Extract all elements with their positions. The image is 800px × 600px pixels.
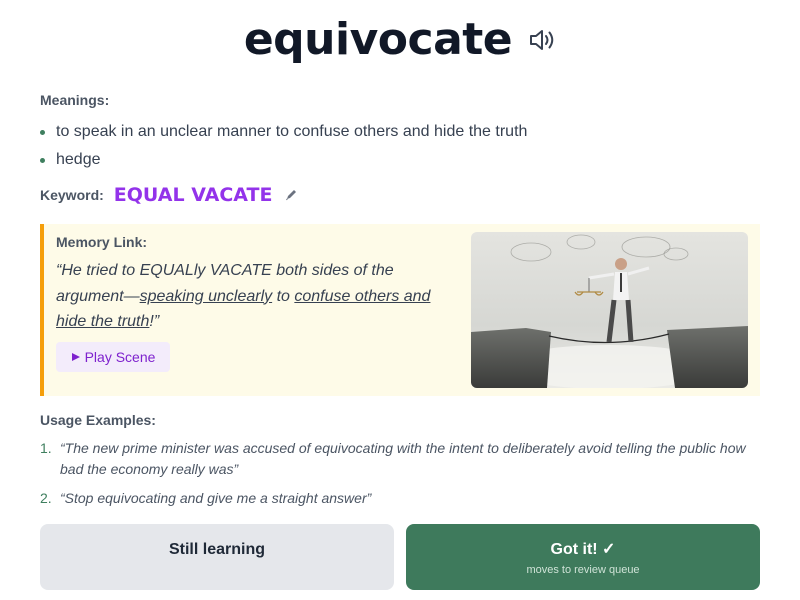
usage-number: 1.	[40, 440, 52, 456]
quote-part: !”	[149, 313, 160, 330]
play-scene-label: Play Scene	[84, 349, 156, 365]
memory-link-box: Memory Link: “He tried to EQUALly VACATE…	[40, 224, 760, 396]
keyword-label: Keyword:	[40, 187, 104, 203]
still-learning-label: Still learning	[168, 541, 265, 558]
keyword-value: EQUAL VACATE	[113, 184, 273, 206]
got-it-label: Got it! ✓	[550, 540, 616, 558]
memory-link-quote: “He tried to EQUALly VACATE both sides o…	[56, 258, 456, 335]
meanings-list: to speak in an unclear manner to confuse…	[40, 118, 527, 174]
play-icon	[71, 353, 80, 361]
usage-list: 1. “The new prime minister was accused of…	[40, 438, 760, 509]
bullet-icon	[40, 157, 45, 163]
usage-number: 2.	[40, 490, 52, 506]
usage-item: 1. “The new prime minister was accused of…	[40, 438, 760, 480]
quote-part: to	[272, 287, 295, 305]
title-row: equivocate	[0, 14, 800, 65]
got-it-sublabel: moves to review queue	[526, 563, 640, 576]
meaning-text: hedge	[56, 151, 101, 168]
meaning-item: to speak in an unclear manner to confuse…	[40, 118, 527, 146]
speaker-icon[interactable]	[526, 25, 556, 55]
keyword-row: Keyword: EQUAL VACATE	[40, 184, 298, 206]
got-it-button[interactable]: Got it! ✓ moves to review queue	[406, 524, 760, 590]
still-learning-button[interactable]: Still learning	[40, 524, 394, 590]
usage-text: “The new prime minister was accused of e…	[60, 440, 746, 477]
meaning-item: hedge	[40, 146, 527, 174]
meaning-text: to speak in an unclear manner to confuse…	[56, 123, 528, 140]
quote-underlined-part: speaking unclearly	[139, 287, 273, 305]
memory-scene-image	[471, 232, 748, 388]
usage-item: 2. “Stop equivocating and give me a strai…	[40, 488, 760, 509]
play-scene-button[interactable]: Play Scene	[56, 342, 170, 372]
memory-link-label: Memory Link:	[56, 234, 148, 250]
pencil-icon[interactable]	[284, 188, 298, 202]
bullet-icon	[40, 129, 45, 135]
usage-label: Usage Examples:	[40, 412, 156, 428]
meanings-label: Meanings:	[40, 92, 110, 108]
usage-text: “Stop equivocating and give me a straigh…	[60, 490, 372, 506]
vocab-word: equivocate	[243, 14, 513, 65]
